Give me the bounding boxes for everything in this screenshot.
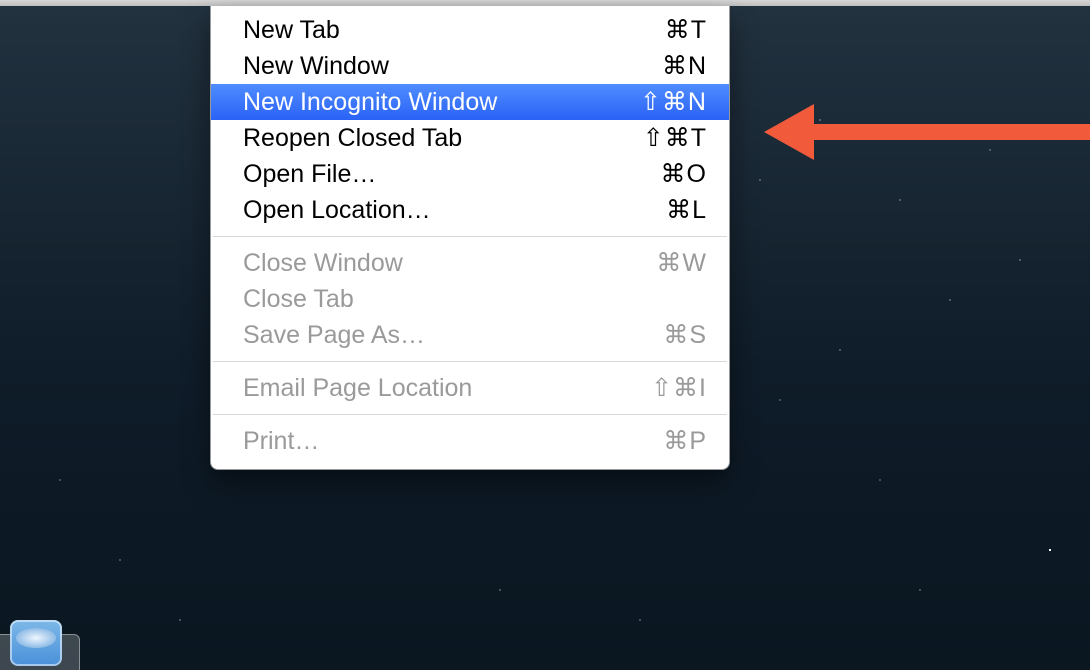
menu-item-new-window[interactable]: New Window ⌘N (211, 48, 729, 84)
menu-item-open-file[interactable]: Open File… ⌘O (211, 156, 729, 192)
menu-shortcut: ⌘L (666, 194, 707, 226)
menu-separator (213, 414, 727, 415)
arrow-head-icon (764, 104, 814, 160)
menu-label: New Incognito Window (243, 86, 640, 118)
arrow-shaft (814, 124, 1090, 140)
annotation-arrow (764, 104, 1090, 160)
menu-item-close-window: Close Window ⌘W (211, 245, 729, 281)
menu-label: Save Page As… (243, 319, 663, 351)
menu-item-print: Print… ⌘P (211, 423, 729, 459)
menu-label: Email Page Location (243, 372, 651, 404)
menu-item-reopen-closed-tab[interactable]: Reopen Closed Tab ⇧⌘T (211, 120, 729, 156)
menu-shortcut: ⌘W (656, 247, 707, 279)
menu-shortcut: ⌘O (661, 158, 707, 190)
menu-item-new-tab[interactable]: New Tab ⌘T (211, 12, 729, 48)
menu-shortcut: ⌘N (662, 50, 707, 82)
menu-label: New Window (243, 50, 662, 82)
menu-shortcut: ⇧⌘I (651, 372, 707, 404)
menu-item-close-tab: Close Tab (211, 281, 729, 317)
menu-label: Close Window (243, 247, 656, 279)
menu-label: Open File… (243, 158, 661, 190)
menu-shortcut: ⇧⌘N (640, 86, 707, 118)
menu-separator (213, 236, 727, 237)
menu-label: Close Tab (243, 283, 707, 315)
menu-label: New Tab (243, 14, 665, 46)
menu-item-open-location[interactable]: Open Location… ⌘L (211, 192, 729, 228)
menu-item-new-incognito-window[interactable]: New Incognito Window ⇧⌘N (211, 84, 729, 120)
menu-label: Print… (243, 425, 663, 457)
menu-shortcut: ⌘P (663, 425, 707, 457)
file-menu-dropdown[interactable]: New Tab ⌘T New Window ⌘N New Incognito W… (210, 6, 730, 470)
menu-separator (213, 361, 727, 362)
menu-shortcut: ⌘T (665, 14, 707, 46)
menu-shortcut: ⌘S (663, 319, 707, 351)
menu-label: Open Location… (243, 194, 666, 226)
menu-label: Reopen Closed Tab (243, 122, 643, 154)
menu-item-email-page-location: Email Page Location ⇧⌘I (211, 370, 729, 406)
menu-shortcut: ⇧⌘T (643, 122, 707, 154)
menu-item-save-page-as: Save Page As… ⌘S (211, 317, 729, 353)
finder-icon[interactable] (10, 620, 62, 666)
